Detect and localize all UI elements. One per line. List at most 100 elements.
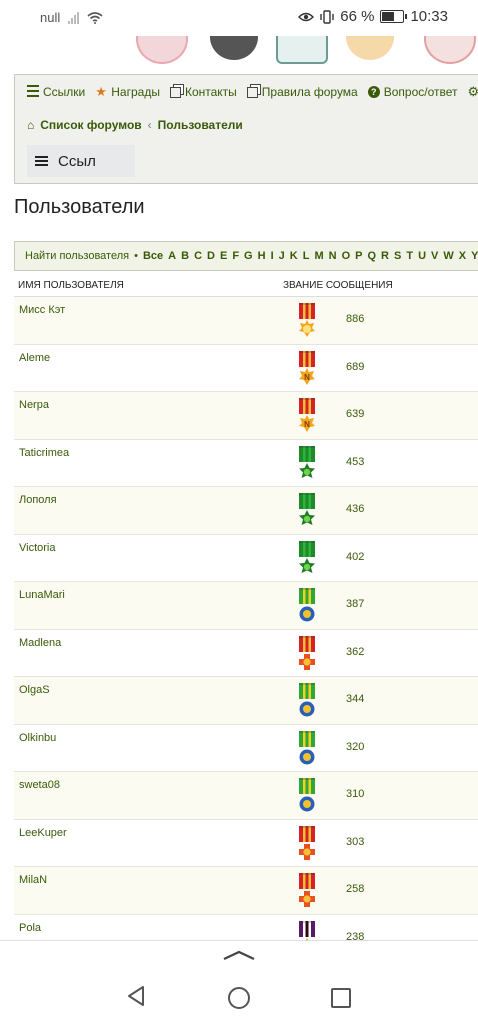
filter-letter[interactable]: Q bbox=[367, 250, 376, 262]
filter-letter[interactable]: R bbox=[381, 250, 389, 262]
post-count-link[interactable]: 639 bbox=[346, 408, 364, 420]
filter-letter[interactable]: M bbox=[314, 250, 323, 262]
status-bar: null 66 % 10:33 bbox=[0, 0, 478, 36]
home-button-icon[interactable] bbox=[228, 987, 250, 1009]
nav-link-faq[interactable]: ? Вопрос/ответ bbox=[367, 85, 458, 99]
svg-text:N: N bbox=[304, 373, 310, 382]
filter-letter[interactable]: E bbox=[220, 250, 227, 262]
username-link[interactable]: OlgaS bbox=[19, 684, 50, 696]
filter-letter[interactable]: T bbox=[406, 250, 413, 262]
nav-link-links[interactable]: Ссылки bbox=[27, 85, 85, 99]
nav-link-label: Награды bbox=[111, 85, 160, 99]
rank-medal-icon bbox=[297, 682, 317, 720]
swipe-up-icon[interactable] bbox=[222, 949, 256, 961]
forum-navbar: Ссылки ★ Награды Контакты Правила форума … bbox=[14, 74, 478, 184]
filter-letter[interactable]: Y bbox=[471, 250, 478, 262]
banner-decoration bbox=[424, 36, 476, 64]
username-link[interactable]: Olkinbu bbox=[19, 732, 56, 744]
table-row: sweta08 310 bbox=[14, 772, 478, 820]
recent-apps-icon[interactable] bbox=[331, 988, 351, 1008]
filter-all[interactable]: Все bbox=[143, 250, 163, 262]
question-icon: ? bbox=[367, 86, 380, 98]
rank-medal-icon bbox=[297, 635, 317, 673]
rank-medal-icon: N bbox=[297, 397, 317, 435]
filter-letter[interactable]: G bbox=[244, 250, 253, 262]
rank-medal-icon bbox=[297, 587, 317, 625]
post-count-link[interactable]: 344 bbox=[346, 693, 364, 705]
table-row: Victoria 402 bbox=[14, 534, 478, 582]
system-nav-bar bbox=[0, 940, 478, 1025]
filter-letter[interactable]: N bbox=[329, 250, 337, 262]
filter-letter[interactable]: W bbox=[443, 250, 453, 262]
rank-medal-icon bbox=[297, 492, 317, 530]
filter-letter[interactable]: L bbox=[303, 250, 310, 262]
filter-letter[interactable]: X bbox=[459, 250, 466, 262]
filter-letter[interactable]: F bbox=[232, 250, 239, 262]
battery-icon bbox=[380, 10, 408, 23]
breadcrumb-forum-list[interactable]: Список форумов bbox=[40, 118, 141, 132]
username-link[interactable]: Aleme bbox=[19, 352, 50, 364]
rank-medal-icon bbox=[297, 825, 317, 863]
filter-letter[interactable]: V bbox=[431, 250, 438, 262]
post-count-link[interactable]: 387 bbox=[346, 598, 364, 610]
post-count-link[interactable]: 303 bbox=[346, 836, 364, 848]
filter-letter[interactable]: B bbox=[181, 250, 189, 262]
filter-letter[interactable]: D bbox=[207, 250, 215, 262]
post-count-link[interactable]: 689 bbox=[346, 361, 364, 373]
nav-links: Ссылки ★ Награды Контакты Правила форума … bbox=[27, 85, 478, 99]
username-link[interactable]: Taticrimea bbox=[19, 447, 69, 459]
username-link[interactable]: Victoria bbox=[19, 542, 55, 554]
username-link[interactable]: Мисс Кэт bbox=[19, 304, 65, 316]
post-count-link[interactable]: 436 bbox=[346, 503, 364, 515]
nav-link-admin[interactable]: ⚙Ад bbox=[468, 85, 478, 99]
filter-letter[interactable]: I bbox=[271, 250, 274, 262]
post-count-link[interactable]: 402 bbox=[346, 551, 364, 563]
table-row: Madlena 362 bbox=[14, 629, 478, 677]
back-icon[interactable] bbox=[126, 985, 146, 1007]
nav-link-label: Ссылки bbox=[43, 85, 86, 99]
filter-letter[interactable]: A bbox=[168, 250, 176, 262]
hamburger-icon bbox=[35, 156, 48, 166]
filter-letter[interactable]: P bbox=[355, 250, 362, 262]
find-user-link[interactable]: Найти пользователя bbox=[25, 250, 129, 262]
banner-decoration bbox=[210, 36, 258, 60]
username-link[interactable]: LeeKuper bbox=[19, 827, 67, 839]
nav-link-label: Вопрос/ответ bbox=[383, 85, 458, 99]
nav-link-rules[interactable]: Правила форума bbox=[246, 85, 358, 99]
username-link[interactable]: Madlena bbox=[19, 637, 61, 649]
username-link[interactable]: Лополя bbox=[19, 494, 57, 506]
filter-letter[interactable]: S bbox=[394, 250, 401, 262]
post-count-link[interactable]: 258 bbox=[346, 883, 364, 895]
column-rank-posts[interactable]: ЗВАНИЕ СООБЩЕНИЯ bbox=[283, 280, 393, 291]
nav-link-awards[interactable]: ★ Награды bbox=[95, 85, 160, 99]
post-count-link[interactable]: 453 bbox=[346, 456, 364, 468]
banner-decoration bbox=[136, 36, 188, 64]
rank-medal-icon bbox=[297, 872, 317, 910]
username-link[interactable]: LunaMari bbox=[19, 589, 65, 601]
nav-link-contacts[interactable]: Контакты bbox=[169, 85, 237, 99]
eye-icon bbox=[298, 12, 315, 21]
table-row: Мисс Кэт 886 bbox=[14, 297, 478, 345]
nav-link-label: Контакты bbox=[184, 85, 237, 99]
page-title: Пользователи bbox=[14, 196, 145, 218]
breadcrumb-users[interactable]: Пользователи bbox=[158, 118, 243, 132]
post-count-link[interactable]: 320 bbox=[346, 741, 364, 753]
username-link[interactable]: sweta08 bbox=[19, 779, 60, 791]
clock: 10:33 bbox=[410, 8, 448, 25]
filter-letter[interactable]: K bbox=[290, 250, 298, 262]
filter-letter[interactable]: O bbox=[342, 250, 351, 262]
filter-letter[interactable]: H bbox=[258, 250, 266, 262]
post-count-link[interactable]: 362 bbox=[346, 646, 364, 658]
filter-letter[interactable]: C bbox=[194, 250, 202, 262]
filter-letter[interactable]: U bbox=[418, 250, 426, 262]
username-link[interactable]: Nerpa bbox=[19, 399, 49, 411]
documents-icon bbox=[246, 86, 258, 98]
filter-letter[interactable]: J bbox=[279, 250, 285, 262]
username-link[interactable]: Pola bbox=[19, 922, 41, 934]
quick-menu-button[interactable]: Ссыл bbox=[27, 145, 135, 177]
post-count-link[interactable]: 886 bbox=[346, 313, 364, 325]
post-count-link[interactable]: 310 bbox=[346, 788, 364, 800]
username-link[interactable]: MilaN bbox=[19, 874, 47, 886]
column-username[interactable]: ИМЯ ПОЛЬЗОВАТЕЛЯ bbox=[18, 280, 124, 291]
rank-medal-icon bbox=[297, 730, 317, 768]
